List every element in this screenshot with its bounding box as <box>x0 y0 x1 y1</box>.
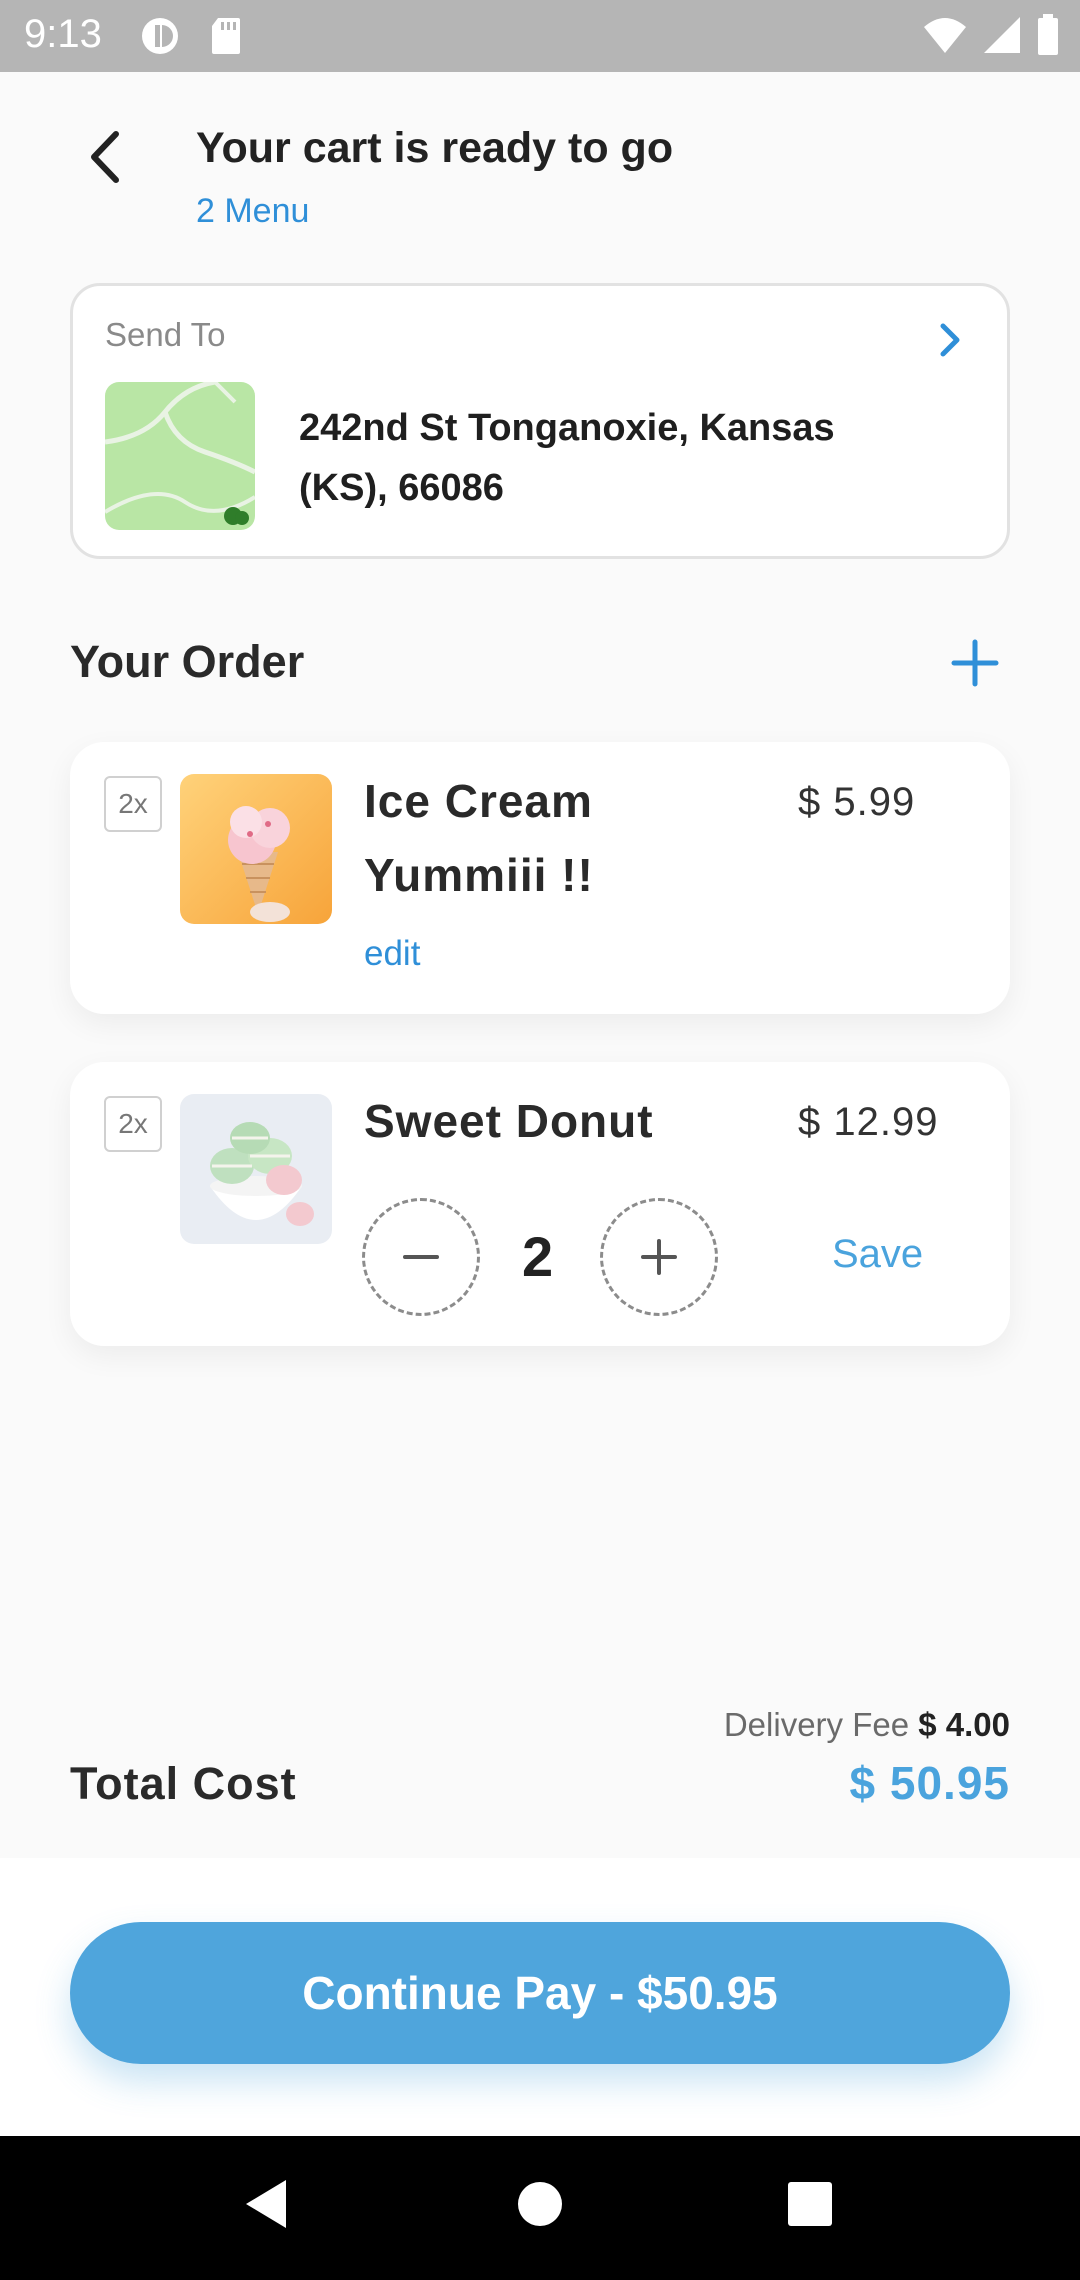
add-item-icon[interactable] <box>950 638 1000 688</box>
address-line-2: (KS), 66086 <box>299 467 504 509</box>
chevron-right-icon[interactable] <box>935 320 965 360</box>
back-arrow-icon <box>91 131 119 183</box>
map-icon <box>105 382 255 530</box>
edit-link[interactable]: edit <box>364 934 420 974</box>
continue-pay-button[interactable]: Continue Pay - $50.95 <box>70 1922 1010 2064</box>
address-line-1: 242nd St Tonganoxie, Kansas <box>299 407 835 449</box>
quantity-badge: 2x <box>104 1096 162 1152</box>
address-text: 242nd St Tonganoxie, Kansas (KS), 66086 <box>299 398 919 518</box>
quantity-value: 2 <box>522 1225 554 1288</box>
nav-home-icon[interactable] <box>516 2176 564 2232</box>
macaron-image <box>180 1094 332 1244</box>
order-item-card: 2x Ice Cream Yummiii !! $ 5.99 edit <box>70 742 1010 1014</box>
back-button[interactable] <box>80 122 130 192</box>
nav-recents-icon[interactable] <box>786 2176 834 2232</box>
item-name-line-2: Yummiii !! <box>364 849 594 901</box>
item-name: Sweet Donut <box>364 1095 654 1147</box>
total-cost-value: $ 50.95 <box>849 1757 1010 1809</box>
app-notification-icon <box>142 18 178 54</box>
delivery-fee: Delivery Fee $ 4.00 <box>724 1706 1010 1744</box>
delivery-fee-value: $ 4.00 <box>918 1706 1010 1743</box>
increase-quantity-button[interactable] <box>600 1198 718 1316</box>
item-price: $ 12.99 <box>798 1100 939 1144</box>
map-thumbnail <box>105 382 255 530</box>
item-name-line-1: Ice Cream <box>364 775 593 827</box>
cell-signal-icon <box>984 17 1020 53</box>
order-heading: Your Order <box>70 636 305 687</box>
wifi-icon <box>924 18 966 53</box>
item-name: Ice Cream Yummiii !! <box>364 764 594 912</box>
send-to-label: Send To <box>105 316 226 353</box>
menu-count: 2 Menu <box>196 192 310 230</box>
sd-card-icon <box>212 18 240 54</box>
status-time: 9:13 <box>24 12 102 56</box>
item-price: $ 5.99 <box>798 780 916 824</box>
status-bar: 9:13 <box>0 0 1080 72</box>
page-title: Your cart is ready to go <box>196 124 674 172</box>
status-icons <box>922 14 1060 56</box>
minus-icon <box>403 1255 439 1259</box>
pay-bar: Continue Pay - $50.95 <box>0 1858 1080 2136</box>
total-cost-label: Total Cost <box>70 1758 297 1809</box>
plus-icon <box>641 1239 677 1275</box>
ice-cream-image <box>180 774 332 924</box>
decrease-quantity-button[interactable] <box>362 1198 480 1316</box>
quantity-badge: 2x <box>104 776 162 832</box>
system-nav-bar <box>0 2136 1080 2280</box>
nav-back-icon[interactable] <box>242 2176 290 2232</box>
delivery-fee-label: Delivery Fee <box>723 1706 910 1743</box>
battery-icon <box>1038 14 1058 55</box>
order-item-card: 2x Sweet Donut $ 12.99 2 Save <box>70 1062 1010 1346</box>
address-card[interactable]: Send To 242nd St Tonganoxie, Kansas (KS)… <box>70 283 1010 559</box>
save-button[interactable]: Save <box>832 1232 923 1277</box>
